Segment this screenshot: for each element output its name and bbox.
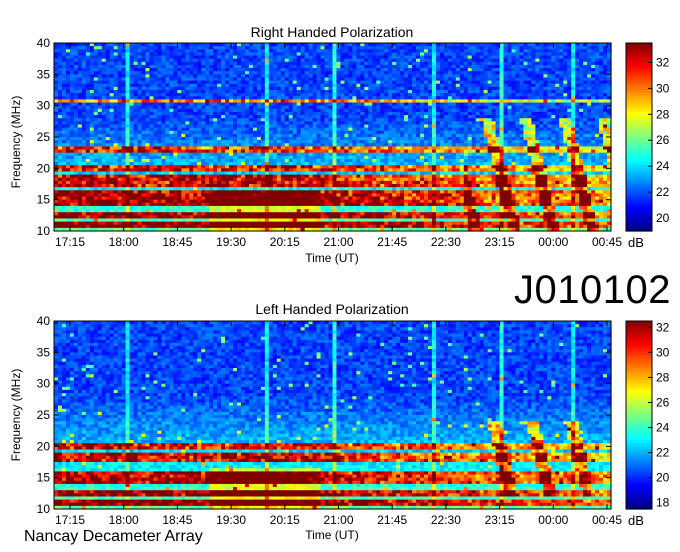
x-tick-label: 22:30 [431, 513, 461, 527]
x-axis-label: Time (UT) [305, 528, 359, 542]
colorbar-tick-label: 22 [656, 185, 670, 199]
y-tick-label: 35 [37, 345, 51, 359]
x-tick-label: 22:30 [431, 235, 461, 249]
y-tick-label: 10 [37, 224, 51, 238]
colorbar-tick-label: 30 [656, 345, 670, 359]
x-tick-label: 00:45 [592, 235, 622, 249]
colorbar-tick-label: 24 [656, 159, 670, 173]
colorbar-tick-label: 20 [656, 471, 670, 485]
colorbar-tick-label: 30 [656, 81, 670, 95]
y-tick-label: 40 [37, 36, 51, 50]
x-tick-label: 18:00 [109, 235, 139, 249]
y-tick-label: 35 [37, 67, 51, 81]
y-tick-label: 30 [37, 377, 51, 391]
colorbar-tick-label: 20 [656, 211, 670, 225]
x-tick-label: 19:30 [216, 235, 246, 249]
y-tick-label: 40 [37, 314, 51, 328]
colorbar: 20 22 24 26 28 30 32 [625, 42, 670, 232]
x-tick-label: 17:15 [55, 513, 85, 527]
x-tick-label: 23:15 [485, 513, 515, 527]
colorbar-tick-label: 26 [656, 133, 670, 147]
panel-right-polarization: Right Handed Polarization 17:15 18:00 18:4… [9, 24, 670, 265]
x-tick-label: 19:30 [216, 513, 246, 527]
x-axis-label: Time (UT) [305, 251, 359, 265]
y-tick-label: 10 [37, 502, 51, 516]
x-tick-label: 21:00 [323, 513, 353, 527]
y-tick-label: 20 [37, 439, 51, 453]
colorbar-tick-label: 32 [656, 320, 670, 334]
x-tick-label: 21:00 [323, 235, 353, 249]
colorbar-tick-label: 28 [656, 370, 670, 384]
spectrogram-image [54, 43, 612, 232]
chart-title: Left Handed Polarization [255, 301, 408, 317]
observation-id: J010102 [514, 268, 671, 312]
colorbar-tick-label: 32 [656, 55, 670, 69]
y-tick-label: 20 [37, 161, 51, 175]
y-tick-label: 25 [37, 130, 51, 144]
colorbar: 18 20 22 24 26 28 30 32 [625, 320, 670, 510]
x-tick-label: 21:45 [377, 513, 407, 527]
colorbar-tick-label: 22 [656, 446, 670, 460]
colorbar-tick-label: 28 [656, 107, 670, 121]
x-tick-label: 23:15 [485, 235, 515, 249]
x-tick-label: 00:00 [538, 235, 568, 249]
y-axis-label: Frequency (MHz) [9, 369, 23, 462]
y-tick-label: 15 [37, 471, 51, 485]
colorbar-tick-label: 24 [656, 421, 670, 435]
x-tick-label: 00:00 [538, 513, 568, 527]
observatory-name: Nancay Decameter Array [24, 528, 203, 545]
x-tick-label: 00:45 [592, 513, 622, 527]
y-axis-label: Frequency (MHz) [9, 96, 23, 189]
panel-left-polarization: Left Handed Polarization 17:15 18:00 18:45… [9, 301, 670, 542]
y-tick-label: 30 [37, 99, 51, 113]
x-tick-label: 18:00 [109, 513, 139, 527]
x-tick-label: 20:15 [270, 235, 300, 249]
x-tick-label: 20:15 [270, 513, 300, 527]
colorbar-tick-label: 26 [656, 395, 670, 409]
chart-title: Right Handed Polarization [251, 24, 414, 40]
y-tick-label: 15 [37, 193, 51, 207]
x-tick-label: 18:45 [162, 513, 192, 527]
x-tick-label: 21:45 [377, 235, 407, 249]
y-tick-label: 25 [37, 408, 51, 422]
spectrogram-image [54, 321, 612, 510]
x-tick-label: 17:15 [55, 235, 85, 249]
x-tick-label: 18:45 [162, 235, 192, 249]
colorbar-label: dB [628, 513, 644, 528]
colorbar-tick-label: 18 [656, 496, 670, 510]
colorbar-label: dB [628, 235, 644, 250]
